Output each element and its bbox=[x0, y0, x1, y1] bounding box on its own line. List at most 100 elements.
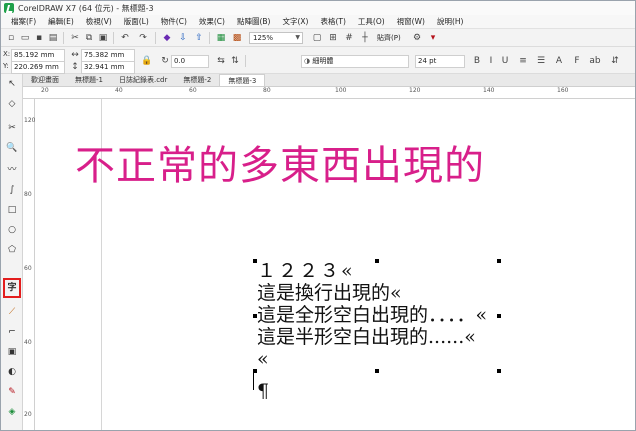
save-icon[interactable]: ▪ bbox=[33, 32, 45, 44]
selected-text-frame[interactable]: × １２２３« 這是換行出現的« 這是全形空白出現的．．．．« 這是半形空白出現… bbox=[253, 259, 513, 427]
transparency-tool-icon[interactable]: ◐ bbox=[6, 366, 18, 378]
crop-tool-icon[interactable]: ✂ bbox=[6, 122, 18, 134]
chevron-down-icon: ▼ bbox=[295, 34, 300, 41]
menu-table[interactable]: 表格(T) bbox=[314, 16, 351, 27]
selection-handle[interactable] bbox=[375, 369, 379, 373]
text-line-4: 這是半形空白出現的......« bbox=[257, 326, 476, 348]
zoom-level-value: 125% bbox=[253, 34, 274, 42]
font-list-select[interactable]: ◑ 細明體 bbox=[301, 55, 409, 68]
redo-icon[interactable]: ↷ bbox=[137, 32, 149, 44]
rectangle-tool-icon[interactable]: □ bbox=[6, 204, 18, 216]
zoom-level-select[interactable]: 125% ▼ bbox=[249, 32, 303, 44]
menu-bar: 檔案(F) 編輯(E) 檢視(V) 版面(L) 物件(C) 效果(C) 點陣圖(… bbox=[1, 15, 635, 29]
app-window: CorelDRAW X7 (64 位元) - 無標題-3 檔案(F) 編輯(E)… bbox=[0, 0, 636, 431]
eyedropper-icon[interactable]: ✎ bbox=[6, 386, 18, 398]
text-line-3: 這是全形空白出現的．．．．« bbox=[257, 304, 488, 326]
tab-untitled-1[interactable]: 無標題-1 bbox=[67, 74, 111, 86]
menu-view[interactable]: 檢視(V) bbox=[80, 16, 118, 27]
coreldraw-logo-icon bbox=[4, 3, 14, 13]
show-guidelines-icon[interactable]: ┼ bbox=[359, 32, 371, 44]
cut-icon[interactable]: ✂ bbox=[69, 32, 81, 44]
tab-welcome[interactable]: 歡迎畫面 bbox=[23, 74, 67, 86]
text-line-1: １２２３« bbox=[257, 260, 355, 282]
rotation-angle-field[interactable]: 0.0 bbox=[171, 55, 209, 68]
text-properties-icon[interactable]: F bbox=[571, 55, 583, 67]
quick-customize-icon[interactable]: ▾ bbox=[427, 32, 439, 44]
height-icon: ↕ bbox=[71, 62, 79, 72]
property-bar: X: 85.192 mm Y: 220.269 mm ↔ 75.382 mm ↕… bbox=[1, 47, 635, 74]
width-icon: ↔ bbox=[71, 50, 79, 60]
selection-handle[interactable] bbox=[375, 259, 379, 263]
interactive-fill-icon[interactable]: ◈ bbox=[6, 406, 18, 418]
search-content-icon[interactable]: ◆ bbox=[161, 32, 173, 44]
new-document-icon[interactable]: ▫ bbox=[5, 32, 17, 44]
vertical-text-icon[interactable]: ⇵ bbox=[609, 55, 621, 67]
freehand-tool-icon[interactable]: 〰 bbox=[6, 164, 18, 176]
underline-icon[interactable]: U bbox=[499, 55, 511, 67]
menu-file[interactable]: 檔案(F) bbox=[5, 16, 42, 27]
menu-effects[interactable]: 效果(C) bbox=[193, 16, 231, 27]
tab-log-sheet[interactable]: 日誌紀錄表.cdr bbox=[111, 74, 175, 86]
height-field[interactable]: 32.941 mm bbox=[81, 61, 135, 74]
zoom-tool-icon[interactable]: 🔍 bbox=[6, 142, 18, 154]
import-icon[interactable]: ⇩ bbox=[177, 32, 189, 44]
polygon-tool-icon[interactable]: ⬠ bbox=[6, 244, 18, 256]
open-folder-icon[interactable]: ▭ bbox=[19, 32, 31, 44]
italic-icon[interactable]: I bbox=[485, 55, 497, 67]
snap-to-menu[interactable]: 貼齊(P) bbox=[377, 32, 401, 44]
menu-edit[interactable]: 編輯(E) bbox=[42, 16, 80, 27]
rotate-icon: ↻ bbox=[161, 56, 169, 66]
standard-toolbar: ▫ ▭ ▪ ▤ ✂ ⧉ ▣ ↶ ↷ ◆ ⇩ ⇧ ▦ ▩ 125% ▼ ▢ ⊞ #… bbox=[1, 29, 635, 47]
document-tabs: 歡迎畫面 無標題-1 日誌紀錄表.cdr 無標題-2 無標題-3 bbox=[23, 74, 635, 87]
headline-text[interactable]: 不正常的多東西出現的 bbox=[75, 133, 485, 191]
menu-text[interactable]: 文字(X) bbox=[276, 16, 314, 27]
text-line-2: 這是換行出現的« bbox=[257, 282, 402, 304]
menu-layout[interactable]: 版面(L) bbox=[118, 16, 155, 27]
shape-tool-icon[interactable]: ◇ bbox=[6, 98, 18, 110]
application-launcher-icon[interactable]: ▦ bbox=[215, 32, 227, 44]
menu-object[interactable]: 物件(C) bbox=[155, 16, 193, 27]
drop-cap-icon[interactable]: A bbox=[553, 55, 565, 67]
text-cursor bbox=[253, 372, 254, 390]
vertical-ruler[interactable]: 120 80 60 40 20 bbox=[23, 99, 35, 430]
parallel-dimension-icon[interactable]: ⟋ bbox=[6, 306, 18, 318]
font-size-select[interactable]: 24 pt bbox=[415, 55, 465, 68]
copy-icon[interactable]: ⧉ bbox=[83, 32, 95, 44]
drop-shadow-icon[interactable]: ▣ bbox=[6, 346, 18, 358]
font-name-value: 細明體 bbox=[312, 57, 334, 65]
undo-icon[interactable]: ↶ bbox=[119, 32, 131, 44]
ellipse-tool-icon[interactable]: ○ bbox=[6, 224, 18, 236]
menu-bitmaps[interactable]: 點陣圖(B) bbox=[231, 16, 277, 27]
show-grid-icon[interactable]: # bbox=[343, 32, 355, 44]
toolbox: ↖ ◇ ✂ 🔍 〰 ∫ □ ○ ⬠ 字 ⟋ ⌐ ▣ ◐ ✎ ◈ bbox=[1, 74, 23, 430]
options-gear-icon[interactable]: ⚙ bbox=[411, 32, 423, 44]
bullet-list-icon[interactable]: ☰ bbox=[535, 55, 547, 67]
tab-untitled-2[interactable]: 無標題-2 bbox=[175, 74, 219, 86]
menu-window[interactable]: 視窗(W) bbox=[391, 16, 431, 27]
pick-tool-icon[interactable]: ↖ bbox=[6, 78, 18, 90]
show-rulers-icon[interactable]: ⊞ bbox=[327, 32, 339, 44]
selection-handle[interactable] bbox=[497, 314, 501, 318]
tab-untitled-3[interactable]: 無標題-3 bbox=[219, 74, 266, 86]
edit-text-icon[interactable]: ab bbox=[589, 55, 601, 67]
menu-tools[interactable]: 工具(O) bbox=[352, 16, 391, 27]
artistic-media-icon[interactable]: ∫ bbox=[6, 184, 18, 196]
connector-tool-icon[interactable]: ⌐ bbox=[6, 326, 18, 338]
y-position-field[interactable]: 220.269 mm bbox=[11, 61, 65, 74]
drawing-canvas[interactable]: 不正常的多東西出現的 × １２２３« 這是換行出現的« 這是全形空白出現的．．．… bbox=[35, 99, 635, 430]
selection-handle[interactable] bbox=[497, 259, 501, 263]
menu-help[interactable]: 說明(H) bbox=[431, 16, 470, 27]
horizontal-ruler[interactable]: 20 40 60 80 100 120 140 160 bbox=[23, 87, 635, 99]
welcome-screen-icon[interactable]: ▩ bbox=[231, 32, 243, 44]
lock-ratio-icon[interactable]: 🔒 bbox=[141, 55, 153, 67]
mirror-horizontal-icon[interactable]: ⇆ bbox=[215, 55, 227, 67]
selection-handle[interactable] bbox=[497, 369, 501, 373]
text-tool-icon[interactable]: 字 bbox=[6, 282, 18, 294]
print-icon[interactable]: ▤ bbox=[47, 32, 59, 44]
bold-icon[interactable]: B bbox=[471, 55, 483, 67]
mirror-vertical-icon[interactable]: ⇅ bbox=[229, 55, 241, 67]
full-screen-preview-icon[interactable]: ▢ bbox=[311, 32, 323, 44]
export-icon[interactable]: ⇧ bbox=[193, 32, 205, 44]
text-align-icon[interactable]: ≡ bbox=[517, 55, 529, 67]
paste-icon[interactable]: ▣ bbox=[97, 32, 109, 44]
